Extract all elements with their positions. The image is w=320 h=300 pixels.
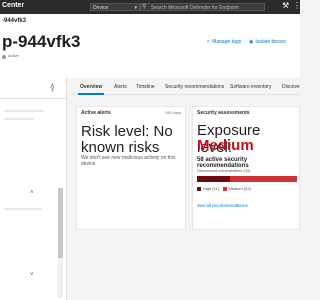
placeholder-line: [4, 110, 44, 112]
high-severity-segment[interactable]: [197, 176, 231, 182]
card-title: Active alerts: [81, 110, 111, 116]
time-range-label: 180 days: [164, 110, 181, 115]
status-badge: Active: [8, 53, 19, 58]
status-dot: [2, 55, 6, 59]
exposure-level-value: Medium: [197, 137, 254, 154]
medium-legend-swatch: [222, 186, 227, 191]
legend-high-label: High (11): [203, 186, 220, 191]
page-title: p-944vfk3: [2, 32, 81, 51]
app-title: Center: [2, 2, 25, 9]
tab-discovered-vulnerabilities[interactable]: Discove: [282, 84, 300, 90]
medium-severity-segment[interactable]: [230, 176, 297, 182]
chevron-left-icon[interactable]: ‹: [51, 84, 54, 94]
tab-security-recommendations[interactable]: Security recommendations: [165, 84, 224, 90]
tab-software-inventory[interactable]: Software inventory: [230, 84, 271, 90]
card-title: Security assessments: [197, 110, 250, 116]
vulnerabilities-bar: [197, 176, 297, 182]
tab-timeline[interactable]: Timeline: [136, 84, 155, 90]
high-legend-swatch: [197, 186, 201, 191]
placeholder-line: [4, 118, 34, 120]
active-tab-indicator: [78, 93, 104, 95]
isolate-device-label: Isolate device: [255, 39, 286, 45]
risk-level-heading: Risk level: No known risks: [81, 123, 173, 156]
top-bar: Center Device ▾ Search Microsoft Defende…: [0, 0, 301, 14]
chevron-up-icon[interactable]: ˄: [30, 190, 34, 196]
device-details-sidebar: ˄ ˄ ˅: [0, 78, 67, 300]
divider: [0, 98, 66, 99]
placeholder-line: [4, 208, 42, 210]
legend-medium-label: Medium (22): [228, 186, 251, 191]
manage-tags-label: Manage tags: [212, 39, 242, 45]
chevron-down-icon[interactable]: ˅: [30, 272, 34, 278]
more-icon[interactable]: ⋮: [293, 1, 301, 10]
device-scope-select[interactable]: Device ▾: [90, 3, 140, 11]
manage-tags-button[interactable]: ⚬ Manage tags: [206, 39, 241, 45]
chevron-down-icon: ▾: [134, 5, 137, 11]
risk-description: We don't see new malicious activity on t…: [81, 155, 176, 167]
tag-icon: ⚬: [206, 39, 211, 45]
security-assessments-card: Security assessments Exposure level: Med…: [192, 106, 300, 230]
settings-icon[interactable]: ⚒: [282, 1, 289, 10]
isolate-icon: ◉: [249, 39, 254, 45]
isolate-device-button[interactable]: ◉ Isolate device: [249, 39, 286, 45]
device-scope-label: Device: [93, 5, 109, 11]
search-input[interactable]: Search Microsoft Defender for Endpoint: [140, 3, 265, 11]
scrollbar-thumb[interactable]: [58, 188, 63, 258]
active-alerts-card: Active alerts 180 days Risk level: No kn…: [76, 106, 186, 230]
vulnerabilities-legend: High (11) Medium (22): [197, 186, 251, 191]
tab-alerts[interactable]: Alerts: [114, 84, 127, 90]
vulnerabilities-label: Discovered vulnerabilities (33): [197, 168, 251, 173]
breadcrumb-device-id[interactable]: -944vfk3: [2, 18, 26, 24]
see-all-recommendations-link[interactable]: See all recommendations: [197, 203, 248, 208]
search-icon: ⚲: [142, 4, 147, 10]
tab-overview[interactable]: Overview: [80, 84, 102, 90]
